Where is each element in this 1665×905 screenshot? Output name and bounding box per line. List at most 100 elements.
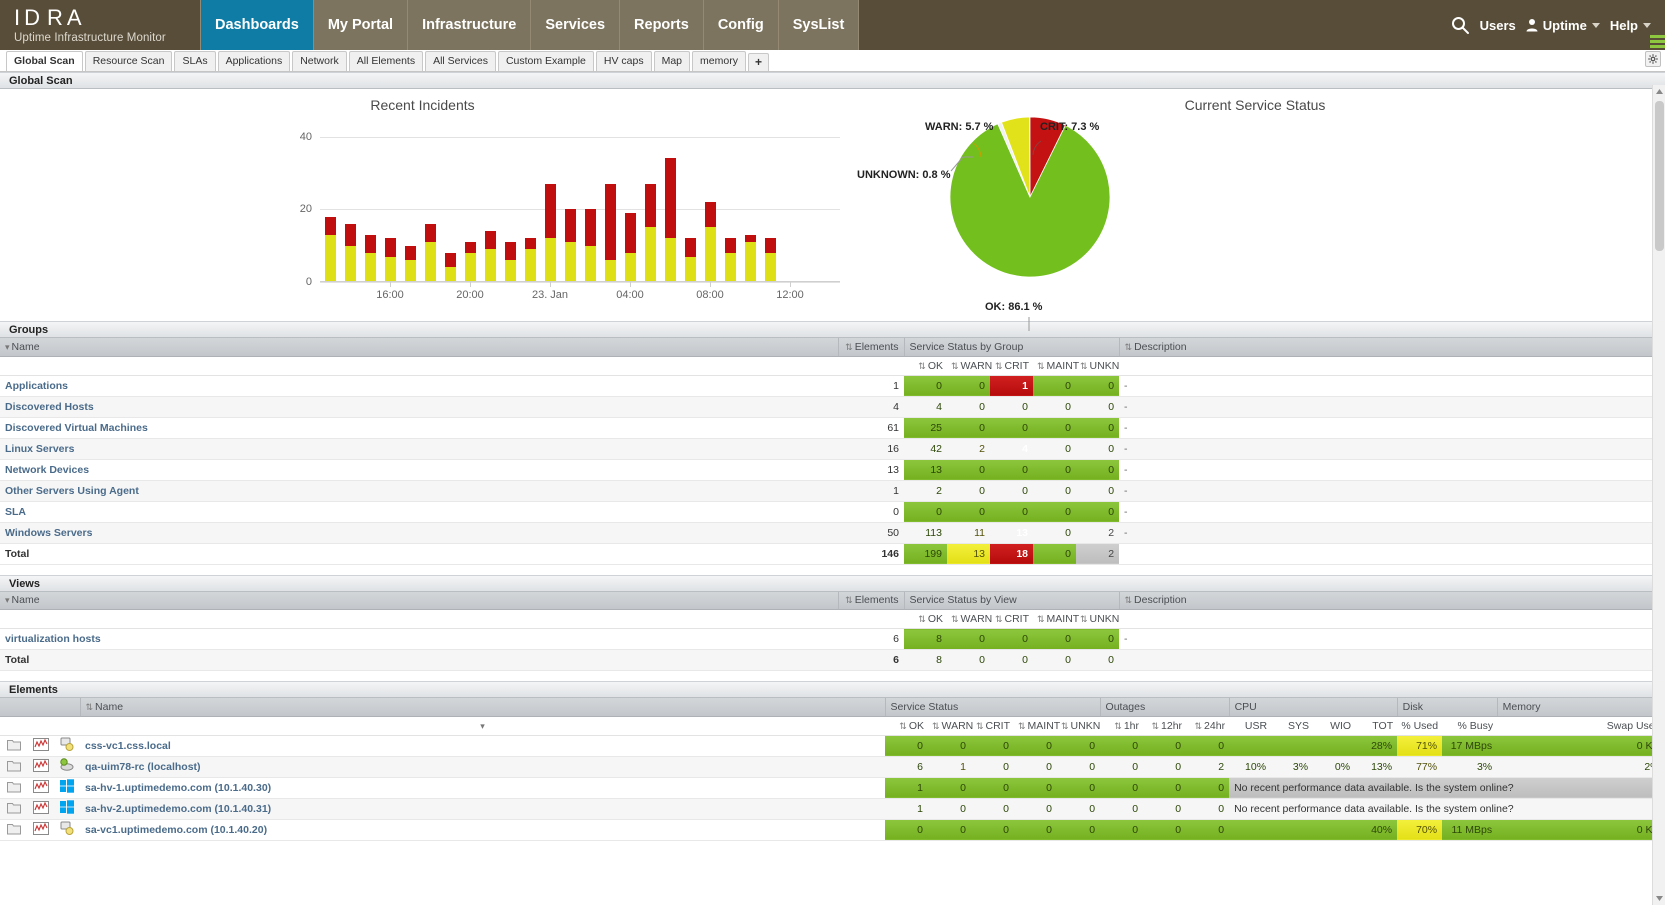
element-cell-outage-12hr[interactable]: 0 <box>1143 756 1187 778</box>
row-name-link[interactable]: Discovered Hosts <box>5 401 94 413</box>
element-cell-crit[interactable]: 0 <box>971 777 1014 799</box>
element-cell-swap-used[interactable]: 0 KB <box>1497 819 1665 841</box>
element-cell-crit[interactable]: 0 <box>971 735 1014 757</box>
element-cell-outage-1hr[interactable]: 0 <box>1100 735 1144 757</box>
element-cell-warn[interactable]: 0 <box>928 798 971 820</box>
element-cell-cpu-usr[interactable] <box>1229 735 1272 757</box>
element-cell-swap-used[interactable]: 0 KB <box>1497 735 1665 757</box>
element-cell-crit[interactable]: 0 <box>971 798 1014 820</box>
cell-warn[interactable]: 0 <box>947 459 990 481</box>
element-cell-cpu-wio[interactable] <box>1313 735 1356 757</box>
views-subcol-maint[interactable]: ⇅ MAINT <box>1033 609 1079 629</box>
row-name-link[interactable]: Network Devices <box>5 464 89 476</box>
element-cell-disk-busy[interactable]: 3% <box>1442 756 1498 778</box>
element-cell-outage-12hr[interactable]: 0 <box>1143 819 1187 841</box>
cell-warn[interactable]: 0 <box>947 480 990 502</box>
elements-subcol-wio[interactable]: WIO <box>1313 716 1356 736</box>
cell-crit[interactable]: 13 <box>990 522 1033 544</box>
tab-hv-caps[interactable]: HV caps <box>595 51 652 71</box>
scrollbar-thumb[interactable] <box>1655 101 1664 251</box>
cell-crit[interactable]: 0 <box>990 501 1033 523</box>
element-cell-unkn[interactable]: 0 <box>1057 777 1101 799</box>
elements-subcol-ok[interactable]: ⇅ OK <box>885 716 928 736</box>
bar-column[interactable] <box>820 122 840 282</box>
row-name-link[interactable]: Other Servers Using Agent <box>5 485 139 497</box>
scroll-up-icon[interactable] <box>1653 85 1665 98</box>
element-name-link[interactable]: sa-hv-2.uptimedemo.com (10.1.40.31) <box>85 803 271 815</box>
cell-unkn[interactable]: 0 <box>1076 438 1120 460</box>
cell-ok[interactable]: 199 <box>904 543 947 565</box>
cell-ok[interactable]: 2 <box>904 480 947 502</box>
element-cell-disk-used[interactable]: 71% <box>1397 735 1443 757</box>
bar-column[interactable] <box>380 122 400 282</box>
groups-col-name[interactable]: ▾ Name <box>0 338 839 357</box>
element-cell-maint[interactable]: 0 <box>1014 819 1057 841</box>
element-cell-cpu-usr[interactable] <box>1229 819 1272 841</box>
cell-crit[interactable]: 4 <box>990 438 1033 460</box>
page-scrollbar[interactable] <box>1652 85 1665 905</box>
cell-maint[interactable]: 0 <box>1033 438 1076 460</box>
views-subcol-unkn[interactable]: ⇅ UNKN <box>1076 609 1119 629</box>
element-cell-cpu-usr[interactable]: 10% <box>1229 756 1272 778</box>
cell-warn[interactable]: 0 <box>947 417 990 439</box>
graph-icon[interactable] <box>27 735 54 757</box>
cell-warn[interactable]: 0 <box>947 396 990 418</box>
tab-custom-example[interactable]: Custom Example <box>497 51 594 71</box>
element-cell-cpu-tot[interactable]: 40% <box>1355 819 1398 841</box>
cell-unkn[interactable]: 0 <box>1076 396 1120 418</box>
add-tab-button[interactable]: + <box>747 53 769 71</box>
views-subcol-ok[interactable]: ⇅ OK <box>904 609 947 629</box>
groups-subcol-ok[interactable]: ⇅ OK <box>904 356 947 376</box>
tab-resource-scan[interactable]: Resource Scan <box>84 51 173 71</box>
folder-icon[interactable] <box>0 777 27 799</box>
cell-ok[interactable]: 113 <box>904 522 947 544</box>
element-cell-ok[interactable]: 0 <box>885 819 928 841</box>
row-name-link[interactable]: Windows Servers <box>5 527 92 539</box>
groups-subcol-maint[interactable]: ⇅ MAINT <box>1033 356 1079 376</box>
cell-warn[interactable]: 0 <box>947 501 990 523</box>
folder-icon[interactable] <box>0 756 27 778</box>
user-menu[interactable]: Uptime <box>1526 18 1600 33</box>
bar-column[interactable] <box>780 122 800 282</box>
elements-subcol-swap[interactable]: Swap Used <box>1497 716 1665 736</box>
element-cell-maint[interactable]: 0 <box>1014 735 1057 757</box>
cell-ok[interactable]: 25 <box>904 417 947 439</box>
cell-maint[interactable]: 0 <box>1033 522 1076 544</box>
row-name-link[interactable]: SLA <box>5 506 26 518</box>
views-col-description[interactable]: ⇅ Description <box>1119 591 1665 610</box>
elements-subcol-usr[interactable]: USR <box>1229 716 1272 736</box>
element-cell-disk-used[interactable]: 77% <box>1397 756 1443 778</box>
folder-icon[interactable] <box>0 735 27 757</box>
bar-column[interactable] <box>680 122 700 282</box>
elements-subcol-12hr[interactable]: ⇅ 12hr <box>1143 716 1187 736</box>
element-cell-outage-24hr[interactable]: 0 <box>1186 735 1230 757</box>
graph-icon[interactable] <box>27 798 54 820</box>
cell-crit[interactable]: 18 <box>990 543 1033 565</box>
element-cell-outage-1hr[interactable]: 0 <box>1100 798 1144 820</box>
elements-name-sort[interactable]: ▾ <box>80 716 885 736</box>
elements-subcol-disk-busy[interactable]: % Busy <box>1442 716 1498 736</box>
bar-column[interactable] <box>720 122 740 282</box>
element-cell-outage-12hr[interactable]: 0 <box>1143 777 1187 799</box>
element-cell-cpu-wio[interactable]: 0% <box>1313 756 1356 778</box>
bar-column[interactable] <box>360 122 380 282</box>
folder-icon[interactable] <box>0 819 27 841</box>
bar-column[interactable] <box>560 122 580 282</box>
users-link[interactable]: Users <box>1480 18 1516 33</box>
bar-column[interactable] <box>800 122 820 282</box>
elements-subcol-tot[interactable]: TOT <box>1355 716 1398 736</box>
cell-maint[interactable]: 0 <box>1033 396 1076 418</box>
row-name-link[interactable]: Linux Servers <box>5 443 74 455</box>
elements-col-name[interactable]: ⇅ Name <box>80 698 886 717</box>
bar-column[interactable] <box>700 122 720 282</box>
elements-subcol-warn[interactable]: ⇅ WARN <box>928 716 973 736</box>
cell-maint[interactable]: 0 <box>1033 543 1076 565</box>
groups-col-description[interactable]: ⇅ Description <box>1119 338 1665 357</box>
scroll-down-icon[interactable] <box>1653 892 1665 905</box>
cell-crit[interactable]: 1 <box>990 375 1033 397</box>
element-cell-maint[interactable]: 0 <box>1014 777 1057 799</box>
cell-ok[interactable]: 0 <box>904 375 947 397</box>
element-cell-warn[interactable]: 0 <box>928 735 971 757</box>
element-cell-warn[interactable]: 0 <box>928 819 971 841</box>
element-cell-cpu-wio[interactable] <box>1313 819 1356 841</box>
